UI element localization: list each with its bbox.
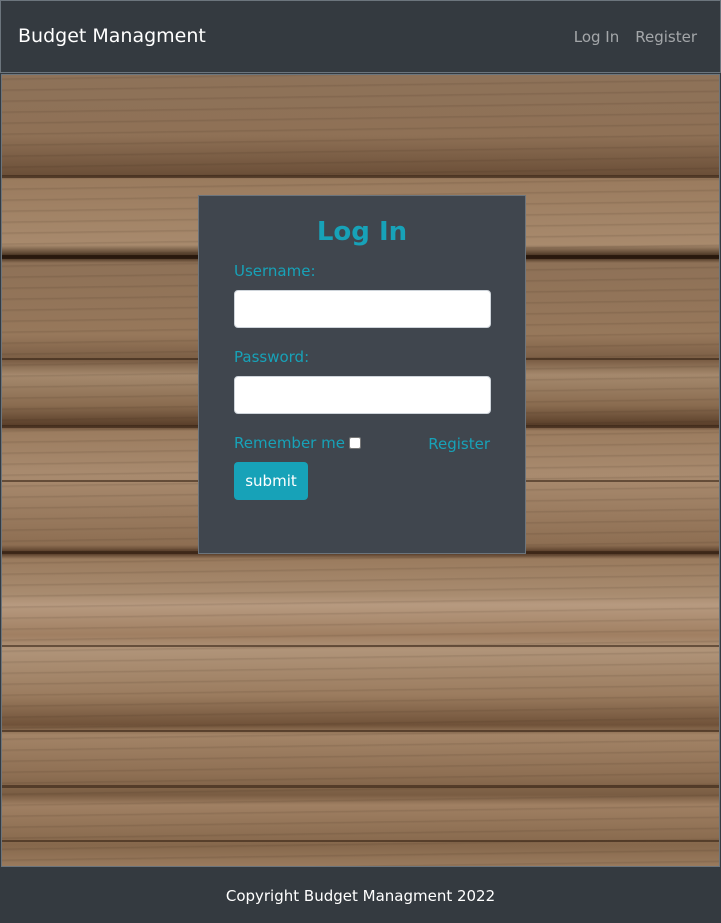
username-input[interactable] [234,290,491,328]
wood-grain-line [2,840,719,842]
remember-me-group: Remember me [234,434,361,452]
register-link[interactable]: Register [428,435,490,453]
wood-grain-line [2,175,719,178]
submit-button[interactable]: submit [234,462,308,500]
wood-background: Log In Username: Password: Remember me R… [1,74,720,867]
login-card: Log In Username: Password: Remember me R… [198,195,526,554]
footer: Copyright Budget Managment 2022 [0,868,721,923]
wood-grain-line [2,785,719,788]
remember-me-checkbox[interactable] [348,437,361,449]
navbar: Budget Managment Log In Register [0,0,721,73]
nav-links: Log In Register [574,28,697,46]
password-input[interactable] [234,376,491,414]
wood-grain-line [2,730,719,732]
nav-login-link[interactable]: Log In [574,28,620,46]
nav-register-link[interactable]: Register [635,28,697,46]
username-label: Username: [234,262,316,280]
password-label: Password: [234,348,310,366]
brand-link[interactable]: Budget Managment [18,25,206,47]
wood-grain-line [2,645,719,647]
footer-copyright: Copyright Budget Managment 2022 [225,887,496,905]
page: Budget Managment Log In Register Log In … [0,0,721,923]
remember-me-label: Remember me [234,434,345,452]
login-title: Log In [316,217,408,247]
